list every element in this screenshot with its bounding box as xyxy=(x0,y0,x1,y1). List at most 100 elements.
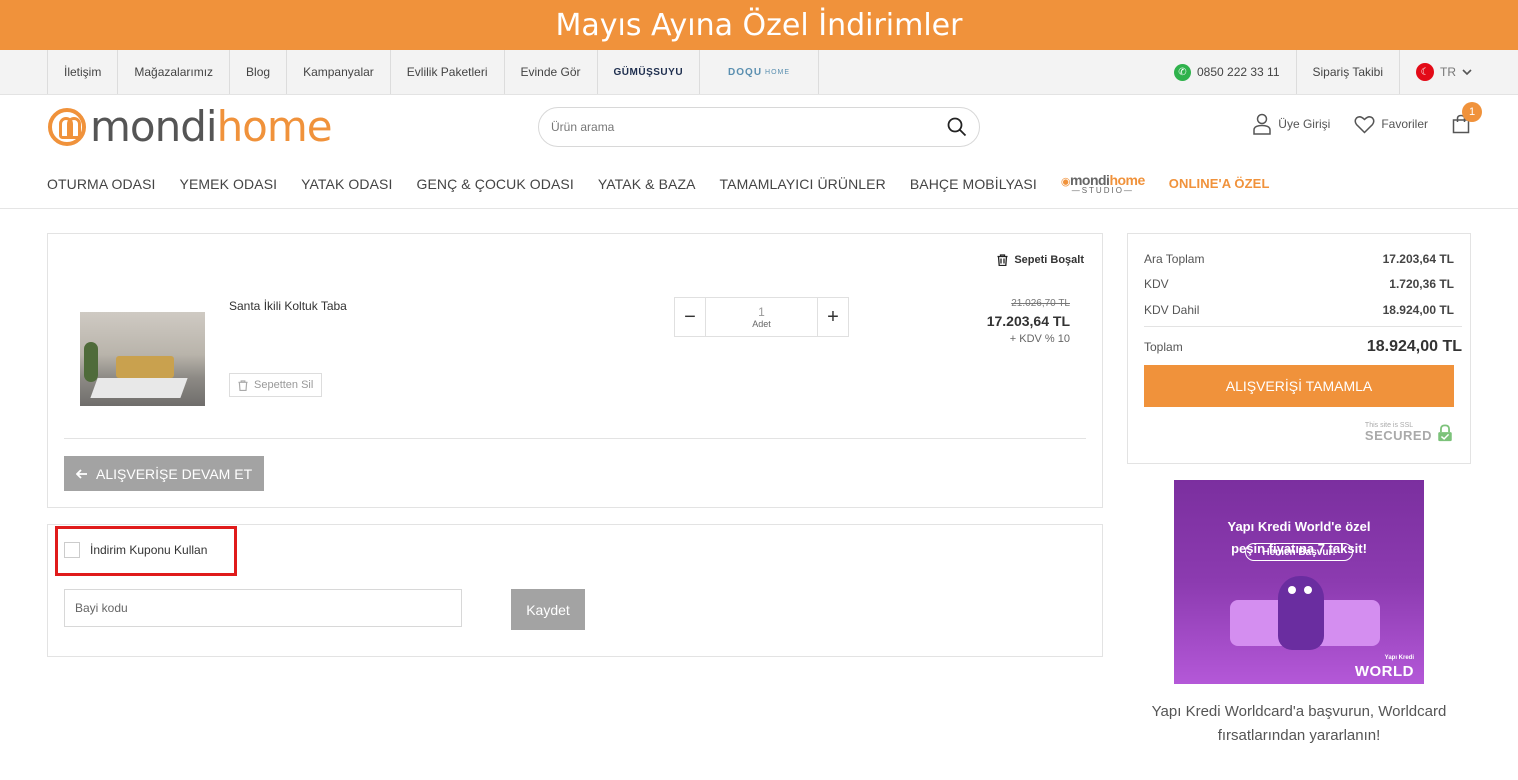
coupon-checkbox[interactable] xyxy=(64,542,80,558)
quantity-unit: Adet xyxy=(752,319,771,329)
cart-panel: Sepeti Boşalt Santa İkili Koltuk Taba Se… xyxy=(47,233,1103,508)
divider xyxy=(64,438,1086,439)
top-link-contact[interactable]: İletişim xyxy=(48,50,119,94)
heart-icon xyxy=(1354,115,1375,134)
apply-now-button[interactable]: Hemen Başvur! xyxy=(1245,543,1353,561)
subtotal-value: 17.203,64 TL xyxy=(1382,252,1454,266)
gumussuyu-logo: GÜMÜŞSUYU xyxy=(613,66,684,78)
checkout-button[interactable]: ALIŞVERİŞİ TAMAMLA xyxy=(1144,365,1454,407)
incl-vat-label: KDV Dahil xyxy=(1144,303,1200,317)
gumussuyu-brand-link[interactable]: GÜMÜŞSUYU xyxy=(598,50,701,94)
vat-value: 1.720,36 TL xyxy=(1389,277,1454,291)
nav-bedroom[interactable]: YATAK ODASI xyxy=(301,176,392,192)
header: mondihome Üye Girişi Favoriler 1 xyxy=(0,95,1518,159)
ssl-big-text: SECURED xyxy=(1364,428,1432,443)
world-logo: Yapı Kredi WORLD xyxy=(1354,655,1414,680)
doqu-logo-sub: HOME xyxy=(765,68,791,76)
nav-living-room[interactable]: OTURMA ODASI xyxy=(47,176,156,192)
language-selector[interactable]: ☾ TR xyxy=(1399,50,1488,94)
product-image[interactable] xyxy=(80,312,205,406)
yapi-kredi-banner[interactable]: Yapı Kredi World'e özel peşin fiyatına 7… xyxy=(1174,480,1424,684)
vat-note: + KDV % 10 xyxy=(1009,333,1070,345)
arrow-left-icon xyxy=(76,468,87,479)
main-nav: OTURMA ODASI YEMEK ODASI YATAK ODASI GEN… xyxy=(0,159,1518,209)
total-row: Toplam 18.924,00 TL xyxy=(1144,338,1462,356)
dealer-code-input[interactable] xyxy=(64,589,462,627)
favorites-link[interactable]: Favoriler xyxy=(1354,115,1428,134)
old-price: 21.026,70 TL xyxy=(1011,298,1070,309)
logo-mark-icon xyxy=(48,108,86,146)
quantity-stepper: − Adet + xyxy=(674,297,849,337)
order-tracking-link[interactable]: Sipariş Takibi xyxy=(1295,50,1399,94)
turkey-flag-icon: ☾ xyxy=(1416,63,1434,81)
top-link-see-at-home[interactable]: Evinde Gör xyxy=(505,50,598,94)
price-block: 21.026,70 TL 17.203,64 TL + KDV % 10 xyxy=(987,298,1070,345)
banner-caption: Yapı Kredi Worldcard'a başvurun, Worldca… xyxy=(1151,703,1447,744)
search-bar xyxy=(538,107,980,147)
quantity-input[interactable] xyxy=(741,305,782,319)
login-link[interactable]: Üye Girişi xyxy=(1252,113,1330,135)
language-code: TR xyxy=(1440,65,1456,79)
nav-dining-room[interactable]: YEMEK ODASI xyxy=(180,176,278,192)
search-input[interactable] xyxy=(551,120,947,134)
continue-shopping-label: ALIŞVERİŞE DEVAM ET xyxy=(96,465,253,482)
total-value: 18.924,00 TL xyxy=(1366,338,1462,355)
header-actions: Üye Girişi Favoriler 1 xyxy=(1252,102,1482,135)
login-label: Üye Girişi xyxy=(1278,117,1331,131)
user-icon xyxy=(1253,113,1272,135)
search-icon[interactable] xyxy=(947,117,967,137)
clear-cart-button[interactable]: Sepeti Boşalt xyxy=(997,254,1084,266)
top-link-wedding-packages[interactable]: Evlilik Paketleri xyxy=(391,50,505,94)
increase-quantity-button[interactable]: + xyxy=(817,298,848,336)
top-right: ✆ 0850 222 33 11 Sipariş Takibi ☾ TR xyxy=(1158,50,1488,94)
incl-vat-row: KDV Dahil 18.924,00 TL xyxy=(1144,303,1454,317)
doqu-brand-link[interactable]: DOQU HOME xyxy=(700,50,820,94)
coupon-toggle[interactable]: İndirim Kuponu Kullan xyxy=(64,542,207,558)
whatsapp-icon: ✆ xyxy=(1173,63,1191,81)
remove-label: Sepetten Sil xyxy=(254,379,314,391)
top-bar: İletişim Mağazalarımız Blog Kampanyalar … xyxy=(0,50,1518,95)
logo-text: mondihome xyxy=(90,102,333,151)
total-label: Toplam xyxy=(1144,340,1183,354)
save-button[interactable]: Kaydet xyxy=(511,589,585,630)
doqu-logo: DOQU xyxy=(728,66,763,78)
order-summary: Ara Toplam 17.203,64 TL KDV 1.720,36 TL … xyxy=(1127,233,1471,464)
studio-subtitle: —STUDIO— xyxy=(1071,186,1134,195)
cart-button[interactable]: 1 xyxy=(1452,102,1482,134)
subtotal-label: Ara Toplam xyxy=(1144,252,1205,266)
nav-bed-base[interactable]: YATAK & BAZA xyxy=(598,176,696,192)
subtotal-row: Ara Toplam 17.203,64 TL xyxy=(1144,252,1454,266)
nav-garden-furniture[interactable]: BAHÇE MOBİLYASI xyxy=(910,176,1037,192)
nav-kids-room[interactable]: GENÇ & ÇOCUK ODASI xyxy=(416,176,573,192)
lock-icon xyxy=(1438,423,1452,441)
nav-complementary[interactable]: TAMAMLAYICI ÜRÜNLER xyxy=(720,176,886,192)
remove-from-cart-button[interactable]: Sepetten Sil xyxy=(229,373,323,397)
quantity-display: Adet xyxy=(706,298,817,336)
decrease-quantity-button[interactable]: − xyxy=(675,298,706,336)
continue-shopping-button[interactable]: ALIŞVERİŞE DEVAM ET xyxy=(64,456,265,491)
incl-vat-value: 18.924,00 TL xyxy=(1382,303,1454,317)
site-logo[interactable]: mondihome xyxy=(48,102,333,151)
top-link-blog[interactable]: Blog xyxy=(230,50,288,94)
trash-icon xyxy=(997,254,1008,266)
summary-divider xyxy=(1144,326,1462,327)
trash-icon xyxy=(238,379,248,391)
nav-online-exclusive[interactable]: ONLINE'A ÖZEL xyxy=(1169,176,1270,191)
clear-cart-label: Sepeti Boşalt xyxy=(1014,254,1084,266)
favorites-label: Favoriler xyxy=(1381,117,1428,131)
phone-number: 0850 222 33 11 xyxy=(1196,65,1280,79)
current-price: 17.203,64 TL xyxy=(986,313,1070,329)
promo-banner[interactable]: Mayıs Ayına Özel İndirimler xyxy=(0,0,1518,50)
product-name[interactable]: Santa İkili Koltuk Taba xyxy=(229,299,347,313)
ssl-badge: This site is SSL SECURED xyxy=(1365,422,1454,443)
chevron-down-icon xyxy=(1462,69,1472,76)
vat-row: KDV 1.720,36 TL xyxy=(1144,277,1454,291)
nav-mondihome-studio[interactable]: ◉mondihome —STUDIO— xyxy=(1061,172,1145,195)
banner-mascot xyxy=(1278,576,1324,650)
top-link-stores[interactable]: Mağazalarımız xyxy=(118,50,231,94)
coupon-panel: İndirim Kuponu Kullan Kaydet xyxy=(47,524,1103,657)
cart-count-badge: 1 xyxy=(1462,102,1482,122)
whatsapp-phone-link[interactable]: ✆ 0850 222 33 11 xyxy=(1158,50,1296,94)
coupon-label: İndirim Kuponu Kullan xyxy=(90,543,208,557)
top-link-campaigns[interactable]: Kampanyalar xyxy=(287,50,391,94)
